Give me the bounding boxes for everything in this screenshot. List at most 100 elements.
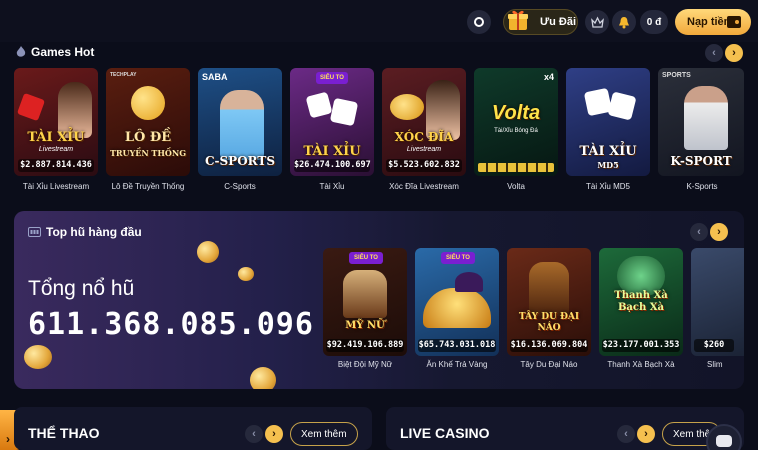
vip-button[interactable] bbox=[585, 10, 609, 34]
coin-decoration bbox=[238, 267, 254, 281]
games-hot-heading: Games Hot bbox=[16, 45, 94, 59]
game-jackpot: $65.743.031.018 bbox=[418, 339, 496, 352]
games-hot-title: Games Hot bbox=[31, 45, 95, 59]
wallet-icon bbox=[727, 16, 741, 28]
chevron-right-icon: › bbox=[6, 432, 10, 446]
game-name: Volta bbox=[507, 182, 525, 191]
game-title: Volta bbox=[491, 102, 541, 124]
game-subtitle: Livestream bbox=[38, 146, 74, 153]
sports-panel: THỂ THAO ‹ › Xem thêm bbox=[14, 407, 372, 450]
game-name: Tài Xỉu bbox=[319, 182, 345, 191]
total-jackpot-value: 611.368.085.096 bbox=[28, 307, 314, 342]
bell-icon bbox=[619, 16, 629, 28]
live-casino-panel: LIVE CASINO ‹ › Xem thê bbox=[386, 407, 744, 450]
game-card[interactable]: TÀI XỈU Livestream $2.887.814.436 bbox=[14, 68, 98, 176]
jackpot-game-card[interactable]: TÂY DU ĐẠI NÁO $16.136.069.804 bbox=[507, 248, 591, 356]
chevron-right-icon: › bbox=[732, 47, 736, 59]
jackpot-game-name: Tây Du Đại Náo bbox=[520, 360, 578, 369]
deposit-button[interactable]: Nạp tiền bbox=[675, 9, 751, 35]
game-name: Tài Xỉu Livestream bbox=[22, 182, 90, 191]
game-card[interactable]: XÓC ĐĨA Livestream $5.523.602.832 bbox=[382, 68, 466, 176]
jackpot-game-name: Slim bbox=[707, 360, 723, 369]
game-badge: x4 bbox=[543, 72, 554, 82]
notifications-button[interactable] bbox=[612, 10, 636, 34]
promotions-button[interactable]: Ưu Đãi bbox=[503, 9, 578, 35]
game-title: TÀI XỈU bbox=[303, 144, 361, 159]
game-title: Thanh Xà Bạch Xà bbox=[614, 290, 668, 313]
game-card[interactable]: TÀI XỈU MD5 bbox=[566, 68, 650, 176]
jackpot-game-card[interactable]: SIÊU TO $65.743.031.018 bbox=[415, 248, 499, 356]
game-title: K-SPORT bbox=[670, 154, 732, 168]
game-name: C-Sports bbox=[224, 182, 256, 191]
game-title: TÂY DU ĐẠI NÁO bbox=[518, 312, 580, 333]
games-prev-button[interactable]: ‹ bbox=[705, 44, 723, 62]
game-card[interactable]: SABA C-SPORTS bbox=[198, 68, 282, 176]
chevron-left-icon: ‹ bbox=[712, 47, 716, 59]
chevron-right-icon: › bbox=[272, 428, 276, 440]
top-jackpot-heading: Top hũ hàng đầu bbox=[28, 225, 142, 239]
game-badge: SIÊU TO bbox=[316, 72, 348, 84]
game-name: Tài Xỉu MD5 bbox=[585, 182, 630, 191]
coin-decoration bbox=[24, 345, 52, 369]
provider-logo: SABA bbox=[202, 72, 228, 82]
provider-logo: TECHPLAY bbox=[110, 72, 137, 78]
game-badge: SIÊU TO bbox=[441, 252, 475, 264]
game-title: MỸ NỮ bbox=[345, 320, 385, 331]
coin-decoration bbox=[197, 241, 219, 263]
game-jackpot: $260 bbox=[694, 339, 734, 352]
game-title: XÓC ĐĨA bbox=[394, 130, 454, 144]
game-subtitle: TRUYỀN THỐNG bbox=[109, 148, 187, 158]
game-card[interactable]: SIÊU TO TÀI XỈU $26.474.100.697 bbox=[290, 68, 374, 176]
game-name: K-Sports bbox=[686, 182, 718, 191]
jackpot-game-name: Biệt Đội Mỹ Nữ bbox=[337, 360, 393, 369]
game-name: Xóc Đĩa Livestream bbox=[389, 182, 459, 191]
promotions-label: Ưu Đãi bbox=[540, 16, 577, 28]
game-card[interactable]: TECHPLAY LÔ ĐỀ TRUYỀN THỐNG bbox=[106, 68, 190, 176]
search-button[interactable] bbox=[467, 10, 491, 34]
game-card[interactable]: x4 Volta Tài/Xỉu Bóng Đá bbox=[474, 68, 558, 176]
coin-decoration bbox=[250, 367, 276, 389]
top-jackpot-title: Top hũ hàng đầu bbox=[46, 225, 142, 239]
top-jackpot-panel: Top hũ hàng đầu ‹ › Tổng nổ hũ 611.368.0… bbox=[14, 211, 744, 389]
games-next-button[interactable]: › bbox=[725, 44, 743, 62]
total-jackpot-label: Tổng nổ hũ bbox=[28, 277, 135, 300]
jackpot-game-card[interactable]: $260 bbox=[691, 248, 744, 356]
fire-icon bbox=[16, 46, 26, 57]
game-jackpot: $92.419.106.889 bbox=[326, 339, 404, 352]
game-subtitle: Livestream bbox=[406, 146, 442, 153]
live-casino-title: LIVE CASINO bbox=[400, 425, 490, 441]
game-title: C-SPORTS bbox=[204, 154, 276, 168]
game-badge: SIÊU TO bbox=[349, 252, 383, 264]
jackpot-next-button[interactable]: › bbox=[710, 223, 728, 241]
game-subtitle: Tài/Xỉu Bóng Đá bbox=[494, 128, 538, 134]
game-title: TÀI XỈU bbox=[27, 130, 85, 145]
jackpot-game-name: Ăn Khế Trả Vàng bbox=[426, 360, 488, 369]
balance-display[interactable]: 0 đ bbox=[640, 10, 668, 34]
chevron-right-icon: › bbox=[717, 226, 721, 238]
game-card[interactable]: SPORTS K-SPORT bbox=[658, 68, 744, 176]
gift-icon bbox=[508, 10, 528, 30]
sports-next-button[interactable]: › bbox=[265, 425, 283, 443]
crown-icon bbox=[590, 16, 604, 28]
provider-logo: SPORTS bbox=[662, 72, 691, 79]
game-jackpot: $16.136.069.804 bbox=[510, 339, 588, 352]
game-title: TÀI XỈU bbox=[579, 144, 637, 159]
top-header: Ưu Đãi 0 đ Nạp tiền bbox=[0, 0, 758, 42]
game-jackpot: $23.177.001.353 bbox=[602, 339, 680, 352]
chevron-right-icon: › bbox=[644, 428, 648, 440]
game-subtitle: MD5 bbox=[597, 160, 619, 170]
game-jackpot: $2.887.814.436 bbox=[18, 159, 94, 172]
sports-see-more-button[interactable]: Xem thêm bbox=[290, 422, 358, 446]
search-icon bbox=[474, 17, 484, 27]
casino-prev-button[interactable]: ‹ bbox=[617, 425, 635, 443]
sports-prev-button[interactable]: ‹ bbox=[245, 425, 263, 443]
jackpot-prev-button[interactable]: ‹ bbox=[690, 223, 708, 241]
jackpot-game-card[interactable]: SIÊU TO MỸ NỮ $92.419.106.889 bbox=[323, 248, 407, 356]
slot-machine-icon bbox=[28, 227, 41, 237]
deposit-label: Nạp tiền bbox=[687, 16, 731, 28]
game-jackpot: $5.523.602.832 bbox=[386, 159, 462, 172]
jackpot-game-card[interactable]: Thanh Xà Bạch Xà $23.177.001.353 bbox=[599, 248, 683, 356]
casino-next-button[interactable]: › bbox=[637, 425, 655, 443]
jackpot-game-name: Thanh Xà Bạch Xà bbox=[607, 360, 675, 369]
chevron-left-icon: ‹ bbox=[252, 428, 256, 440]
